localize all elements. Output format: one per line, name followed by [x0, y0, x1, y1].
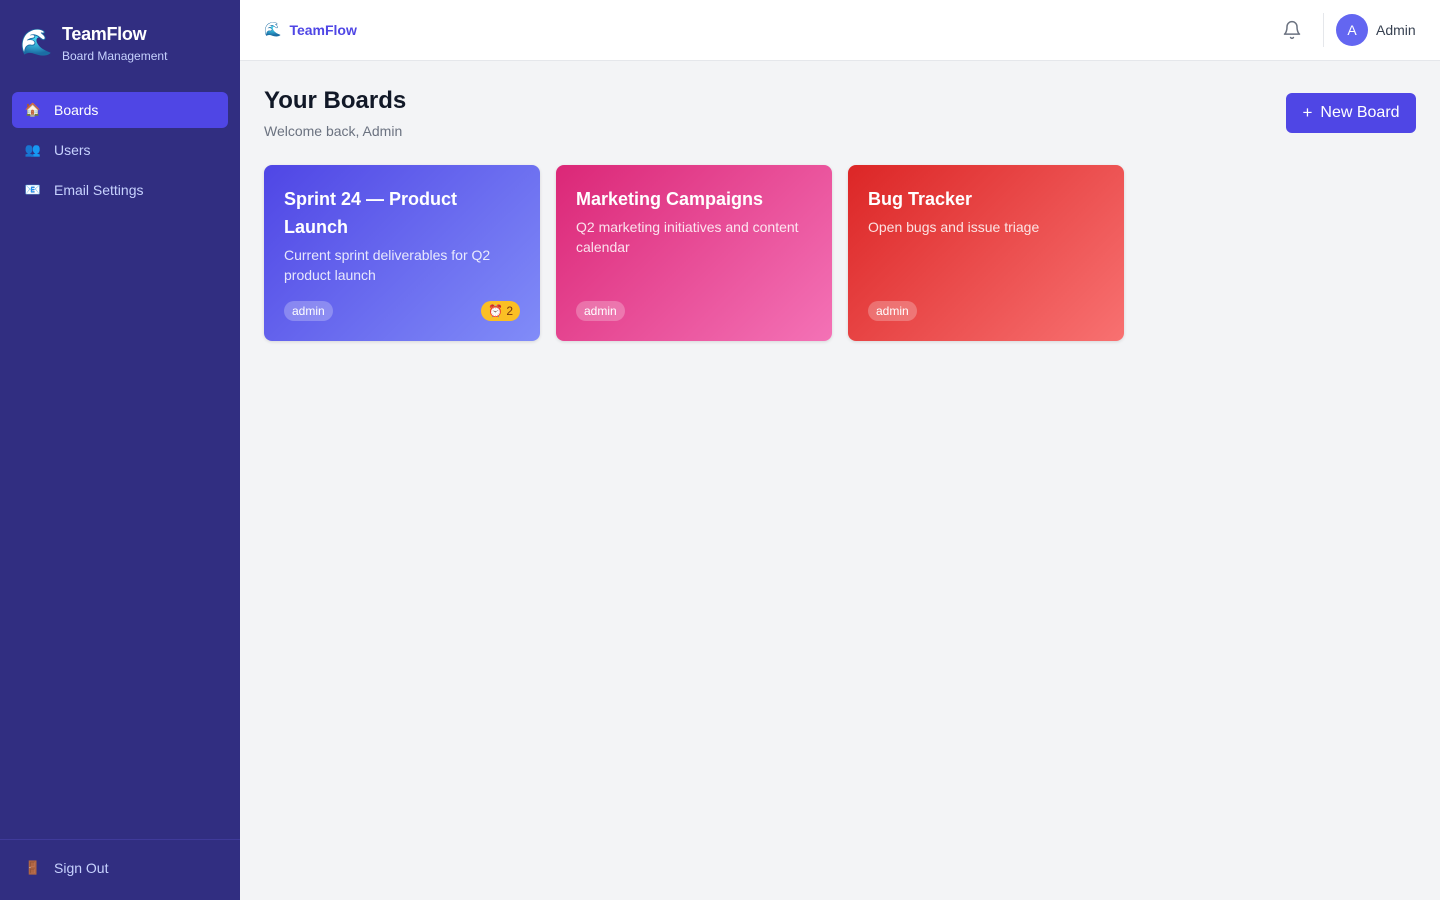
- top-brand-label: TeamFlow: [289, 21, 357, 38]
- sidebar-item-label: Users: [54, 142, 91, 158]
- email-icon: 📧: [24, 182, 42, 197]
- sidebar-item-boards[interactable]: 🏠 Boards: [12, 92, 228, 128]
- sidebar-item-email-settings[interactable]: 📧 Email Settings: [12, 172, 228, 208]
- user-menu[interactable]: A Admin: [1336, 14, 1416, 46]
- new-board-label: New Board: [1320, 104, 1400, 121]
- sidebar: 🌊 TeamFlow Board Management 🏠 Boards 👥 U…: [0, 0, 240, 900]
- top-brand-link[interactable]: 🌊 TeamFlow: [264, 21, 357, 38]
- board-title: Marketing Campaigns: [576, 189, 764, 209]
- sidebar-nav: 🏠 Boards 👥 Users 📧 Email Settings: [12, 92, 228, 212]
- board-title: Bug Tracker: [868, 189, 973, 209]
- due-badge: ⏰ 2: [481, 301, 520, 321]
- board-card[interactable]: Marketing Campaigns Q2 marketing initiat…: [556, 165, 832, 341]
- top-bar: 🌊 TeamFlow A Admin: [240, 0, 1440, 61]
- owner-badge: admin: [284, 301, 333, 321]
- divider: [1323, 13, 1324, 47]
- board-description: Open bugs and issue triage: [868, 219, 1040, 235]
- page-subtitle: Welcome back, Admin: [264, 123, 403, 139]
- sidebar-item-label: Boards: [54, 102, 99, 118]
- bell-icon[interactable]: [1282, 20, 1302, 40]
- new-board-button[interactable]: + New Board: [1286, 93, 1416, 133]
- wave-logo-icon: 🌊: [20, 27, 53, 57]
- wave-icon: 🌊: [264, 21, 282, 37]
- users-icon: 👥: [24, 142, 42, 157]
- brand[interactable]: 🌊 TeamFlow Board Management: [20, 22, 167, 63]
- door-icon: 🚪: [24, 860, 42, 875]
- sidebar-item-label: Email Settings: [54, 182, 144, 198]
- sign-out-label: Sign Out: [54, 860, 109, 876]
- avatar: A: [1336, 14, 1368, 46]
- owner-badge: admin: [576, 301, 625, 321]
- home-icon: 🏠: [24, 102, 42, 117]
- sign-out-button[interactable]: 🚪 Sign Out: [24, 860, 109, 876]
- due-count: 2: [506, 304, 513, 318]
- board-title: Sprint 24 — Product Launch: [284, 189, 458, 237]
- board-description: Q2 marketing initiatives and content cal…: [576, 219, 799, 255]
- user-name: Admin: [1376, 22, 1416, 38]
- board-description: Current sprint deliverables for Q2 produ…: [284, 247, 491, 283]
- board-card[interactable]: Sprint 24 — Product Launch Current sprin…: [264, 165, 540, 341]
- app-subtitle: Board Management: [62, 49, 168, 63]
- plus-icon: +: [1302, 103, 1313, 122]
- alarm-clock-icon: ⏰: [488, 304, 503, 318]
- owner-badge: admin: [868, 301, 917, 321]
- page-title: Your Boards: [264, 87, 407, 114]
- board-card[interactable]: Bug Tracker Open bugs and issue triage a…: [848, 165, 1124, 341]
- sidebar-footer: 🚪 Sign Out: [0, 839, 240, 900]
- app-name: TeamFlow: [62, 24, 147, 44]
- sidebar-item-users[interactable]: 👥 Users: [12, 132, 228, 168]
